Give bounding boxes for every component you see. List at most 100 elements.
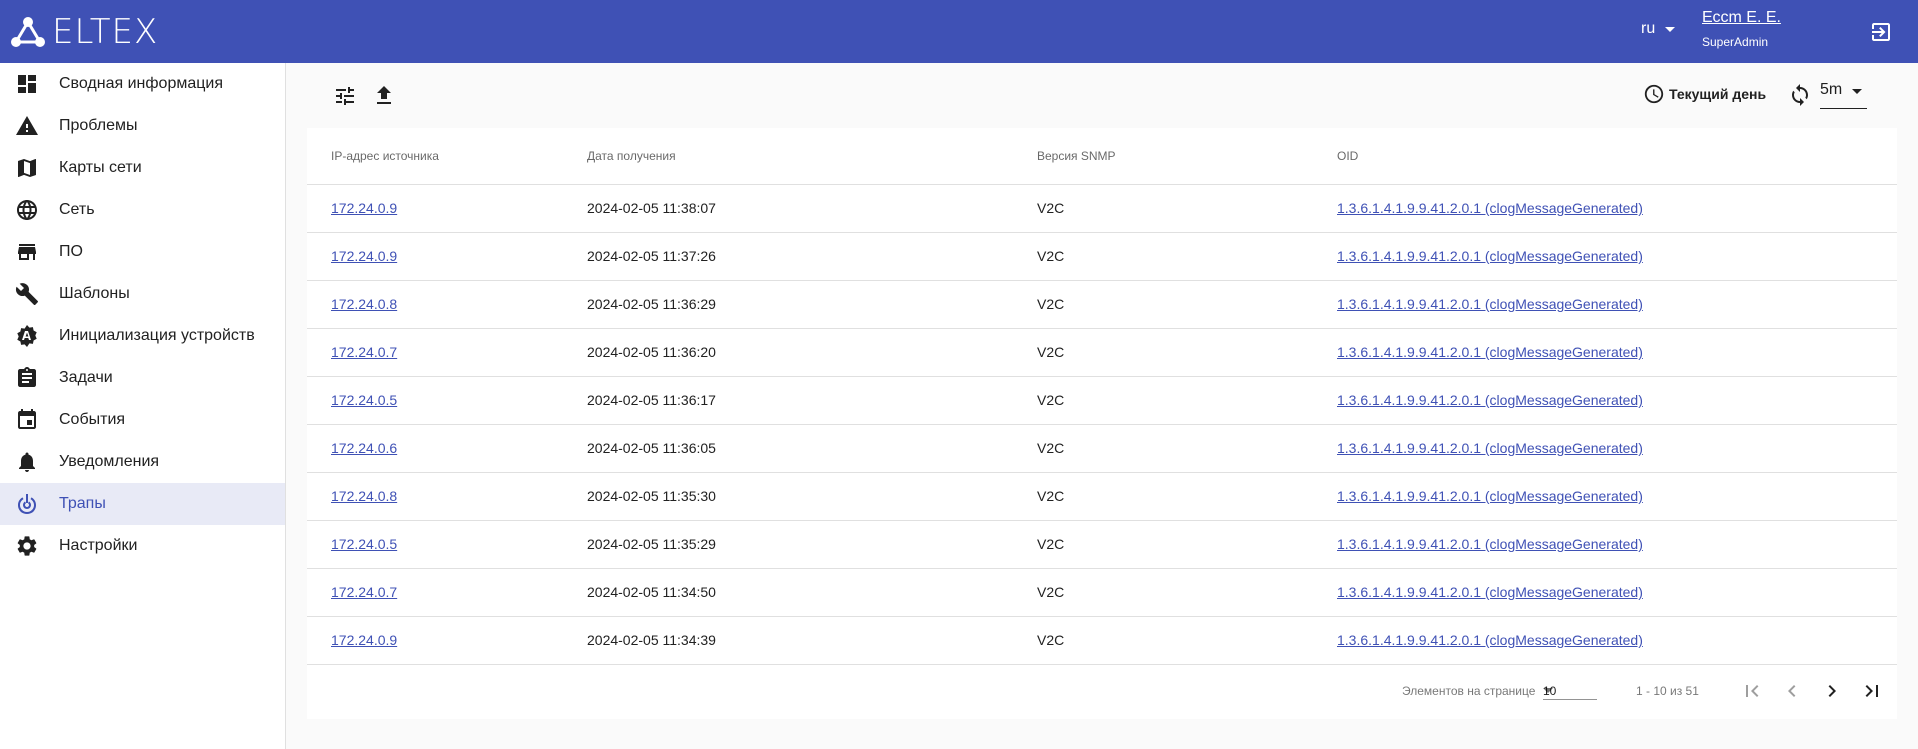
ip-link[interactable]: 172.24.0.9	[331, 632, 397, 648]
column-header-ip[interactable]: IP-адрес источника	[307, 128, 587, 185]
sidebar-item-templates[interactable]: Шаблоны	[0, 273, 285, 315]
sidebar-item-notifications[interactable]: Уведомления	[0, 441, 285, 483]
snmp-cell: V2C	[1037, 376, 1337, 425]
export-button[interactable]	[372, 84, 396, 108]
sidebar-item-label: Инициализация устройств	[59, 327, 255, 344]
sidebar-item-network[interactable]: Сеть	[0, 189, 285, 231]
map-icon	[15, 156, 39, 180]
filter-button[interactable]	[333, 84, 357, 108]
ip-link[interactable]: 172.24.0.5	[331, 536, 397, 552]
trap-icon	[15, 492, 39, 516]
table-row: 172.24.0.9 2024-02-05 11:34:39 V2C 1.3.6…	[307, 616, 1897, 665]
sidebar-item-tasks[interactable]: Задачи	[0, 357, 285, 399]
column-header-date[interactable]: Дата получения	[587, 128, 1037, 185]
logout-button[interactable]	[1869, 20, 1893, 44]
traps-toolbar: Текущий день 5m	[307, 63, 1897, 128]
sidebar-item-label: Задачи	[59, 369, 113, 386]
snmp-cell: V2C	[1037, 184, 1337, 233]
oid-link[interactable]: 1.3.6.1.4.1.9.9.41.2.0.1 (clogMessageGen…	[1337, 488, 1643, 504]
clock-icon	[1644, 84, 1664, 104]
chevron-down-icon	[1852, 89, 1862, 94]
date-cell: 2024-02-05 11:37:26	[587, 232, 1037, 281]
table-row: 172.24.0.8 2024-02-05 11:36:29 V2C 1.3.6…	[307, 280, 1897, 329]
items-per-page-label: Элементов на странице	[1402, 684, 1536, 698]
snmp-cell: V2C	[1037, 232, 1337, 281]
sidebar-item-settings[interactable]: Настройки	[0, 525, 285, 567]
snmp-cell: V2C	[1037, 568, 1337, 617]
eltex-logo[interactable]: ELTEX	[10, 14, 158, 50]
first-page-button[interactable]	[1740, 679, 1764, 703]
traps-table: IP-адрес источника Дата получения Версия…	[307, 128, 1897, 665]
table-row: 172.24.0.8 2024-02-05 11:35:30 V2C 1.3.6…	[307, 472, 1897, 521]
sidebar-item-label: Сеть	[59, 201, 95, 218]
sidebar-item-traps[interactable]: Трапы	[0, 483, 285, 525]
user-name-link[interactable]: Ессm Е. Е.	[1702, 8, 1781, 28]
snmp-cell: V2C	[1037, 424, 1337, 473]
oid-link[interactable]: 1.3.6.1.4.1.9.9.41.2.0.1 (clogMessageGen…	[1337, 584, 1643, 600]
globe-icon	[15, 198, 39, 222]
table-row: 172.24.0.5 2024-02-05 11:35:29 V2C 1.3.6…	[307, 520, 1897, 569]
ip-link[interactable]: 172.24.0.5	[331, 392, 397, 408]
oid-link[interactable]: 1.3.6.1.4.1.9.9.41.2.0.1 (clogMessageGen…	[1337, 632, 1643, 648]
date-cell: 2024-02-05 11:38:07	[587, 184, 1037, 233]
snmp-cell: V2C	[1037, 520, 1337, 569]
column-header-snmp[interactable]: Версия SNMP	[1037, 128, 1337, 185]
ip-link[interactable]: 172.24.0.6	[331, 440, 397, 456]
table-row: 172.24.0.5 2024-02-05 11:36:17 V2C 1.3.6…	[307, 376, 1897, 425]
table-row: 172.24.0.7 2024-02-05 11:36:20 V2C 1.3.6…	[307, 328, 1897, 377]
date-cell: 2024-02-05 11:36:05	[587, 424, 1037, 473]
logo-text: ELTEX	[52, 12, 159, 52]
oid-link[interactable]: 1.3.6.1.4.1.9.9.41.2.0.1 (clogMessageGen…	[1337, 248, 1643, 264]
warning-icon	[15, 114, 39, 138]
clipboard-icon	[15, 366, 39, 390]
oid-link[interactable]: 1.3.6.1.4.1.9.9.41.2.0.1 (clogMessageGen…	[1337, 440, 1643, 456]
sidebar-item-label: Трапы	[59, 495, 106, 512]
language-select[interactable]: ru	[1641, 20, 1676, 38]
sidebar-item-summary[interactable]: Сводная информация	[0, 63, 285, 105]
ip-link[interactable]: 172.24.0.8	[331, 296, 397, 312]
sidebar-item-device-init[interactable]: Инициализация устройств	[0, 315, 285, 357]
sidebar-item-network-maps[interactable]: Карты сети	[0, 147, 285, 189]
period-selector[interactable]: Текущий день	[1643, 83, 1766, 105]
first-page-icon	[1746, 685, 1759, 697]
sync-icon	[1792, 84, 1808, 106]
table-row: 172.24.0.9 2024-02-05 11:38:07 V2C 1.3.6…	[307, 184, 1897, 233]
date-cell: 2024-02-05 11:34:50	[587, 568, 1037, 617]
sidebar-item-software[interactable]: ПО	[0, 231, 285, 273]
bell-icon	[15, 450, 39, 474]
oid-link[interactable]: 1.3.6.1.4.1.9.9.41.2.0.1 (clogMessageGen…	[1337, 296, 1643, 312]
sidebar-item-events[interactable]: События	[0, 399, 285, 441]
user-info[interactable]: Ессm Е. Е. SuperAdmin	[1702, 8, 1781, 49]
period-label: Текущий день	[1669, 86, 1767, 102]
oid-link[interactable]: 1.3.6.1.4.1.9.9.41.2.0.1 (clogMessageGen…	[1337, 200, 1643, 216]
snmp-cell: V2C	[1037, 328, 1337, 377]
next-page-button[interactable]	[1820, 679, 1844, 703]
table-row: 172.24.0.9 2024-02-05 11:37:26 V2C 1.3.6…	[307, 232, 1897, 281]
ip-link[interactable]: 172.24.0.8	[331, 488, 397, 504]
snmp-cell: V2C	[1037, 280, 1337, 329]
sidebar-item-label: Карты сети	[59, 159, 142, 176]
last-page-button[interactable]	[1860, 679, 1884, 703]
date-cell: 2024-02-05 11:36:20	[587, 328, 1037, 377]
ip-link[interactable]: 172.24.0.9	[331, 200, 397, 216]
app-header: ELTEX ru Ессm Е. Е. SuperAdmin	[0, 0, 1918, 63]
sidebar-item-problems[interactable]: Проблемы	[0, 105, 285, 147]
ip-link[interactable]: 172.24.0.7	[331, 584, 397, 600]
column-header-oid[interactable]: OID	[1337, 128, 1897, 185]
dashboard-icon	[15, 72, 39, 96]
date-cell: 2024-02-05 11:34:39	[587, 616, 1037, 665]
chevron-left-icon	[1788, 685, 1796, 697]
upload-icon	[377, 86, 391, 104]
refresh-button[interactable]	[1788, 83, 1812, 107]
ip-link[interactable]: 172.24.0.7	[331, 344, 397, 360]
refresh-interval-select[interactable]: 5m	[1820, 81, 1867, 109]
page-size-select[interactable]: 10	[1543, 678, 1597, 700]
ip-link[interactable]: 172.24.0.9	[331, 248, 397, 264]
last-page-icon	[1865, 685, 1878, 697]
language-value: ru	[1641, 20, 1656, 37]
oid-link[interactable]: 1.3.6.1.4.1.9.9.41.2.0.1 (clogMessageGen…	[1337, 392, 1643, 408]
chevron-right-icon	[1828, 685, 1836, 697]
previous-page-button[interactable]	[1780, 679, 1804, 703]
oid-link[interactable]: 1.3.6.1.4.1.9.9.41.2.0.1 (clogMessageGen…	[1337, 344, 1643, 360]
oid-link[interactable]: 1.3.6.1.4.1.9.9.41.2.0.1 (clogMessageGen…	[1337, 536, 1643, 552]
